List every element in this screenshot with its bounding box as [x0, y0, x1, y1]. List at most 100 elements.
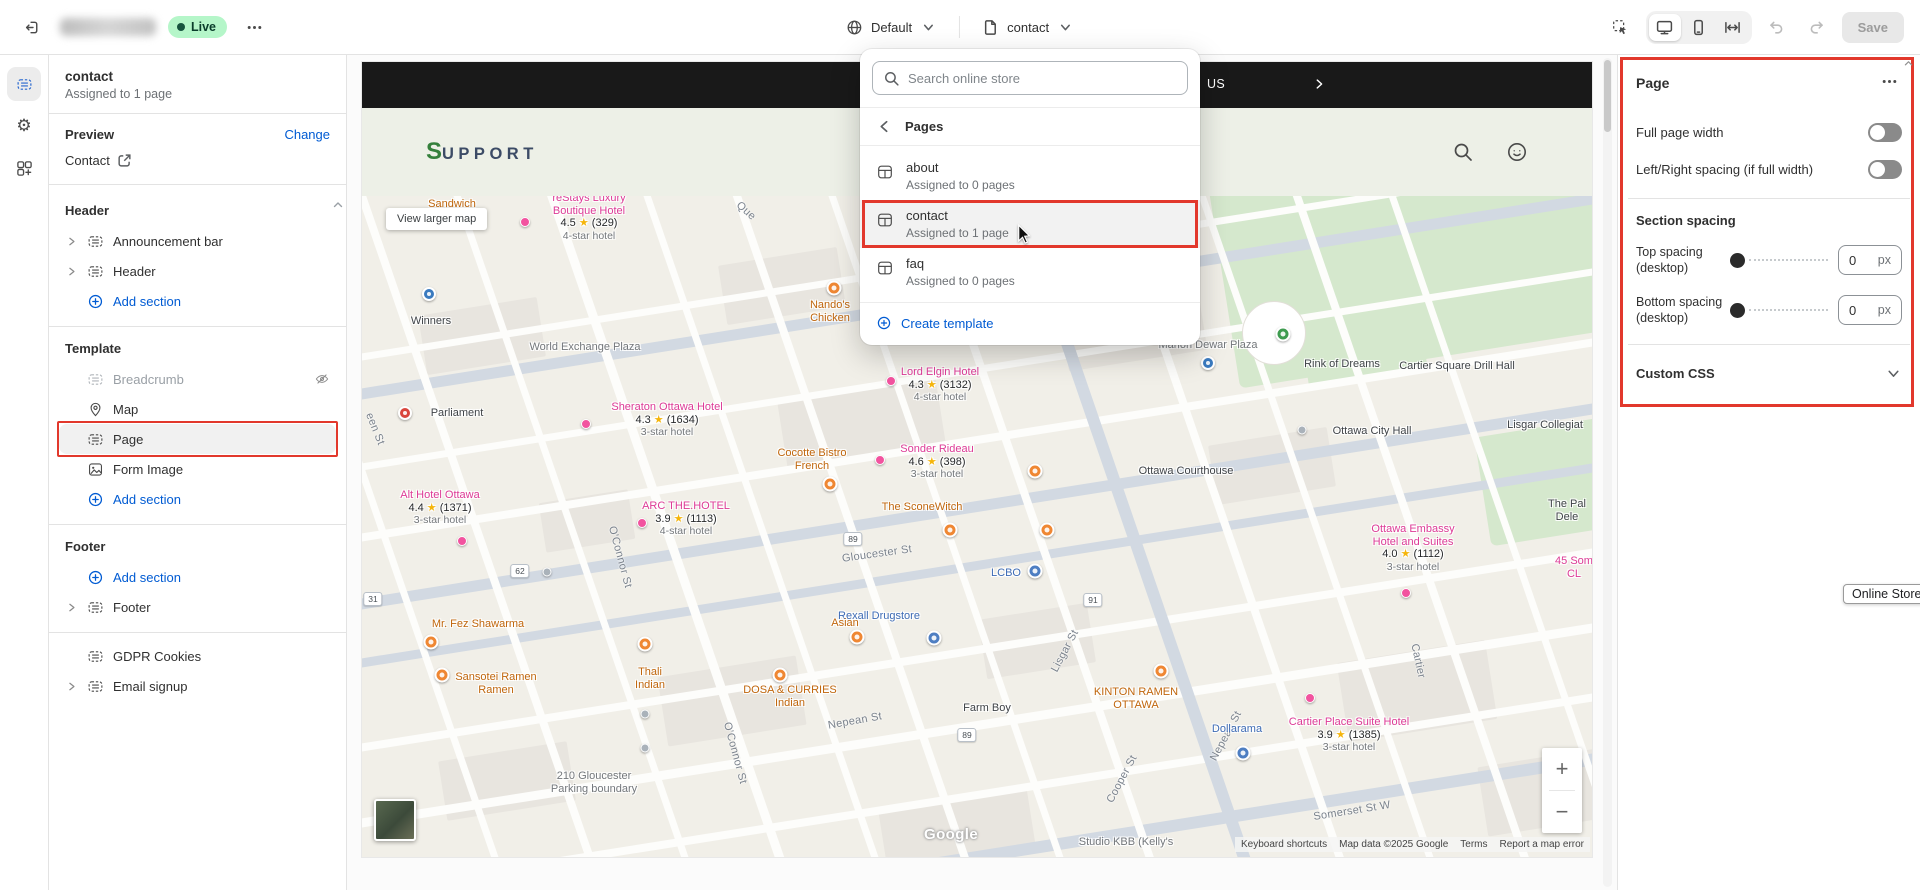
street-label: een St: [363, 411, 387, 447]
sidebar-item-label: Breadcrumb: [113, 372, 184, 387]
redo-button[interactable]: [1802, 12, 1832, 42]
map-marker-red: [398, 406, 412, 420]
inspector-button[interactable]: [1606, 12, 1636, 42]
chevron-down-icon: [920, 19, 937, 36]
sidebar-item-breadcrumb[interactable]: Breadcrumb: [59, 364, 336, 394]
template-item-subtitle: Assigned to 1 page: [906, 226, 1009, 240]
route-shield: 89: [957, 728, 976, 742]
bottom-spacing-slider[interactable]: [1730, 303, 1828, 318]
left-right-spacing-toggle[interactable]: [1868, 160, 1902, 179]
sidebar-item-add-section[interactable]: Add section: [59, 484, 336, 514]
change-preview-link[interactable]: Change: [284, 127, 330, 142]
fullwidth-preview-button[interactable]: [1717, 14, 1749, 41]
section-options-button[interactable]: [1877, 69, 1902, 97]
custom-css-expander[interactable]: Custom CSS: [1636, 359, 1902, 388]
app-embeds-tab[interactable]: [7, 151, 41, 185]
store-name-blurred: [60, 18, 156, 36]
store-logo[interactable]: SUPPORT: [426, 138, 538, 166]
sidebar-group-heading: Template: [49, 335, 346, 364]
map-label: 45 SomCL: [1555, 555, 1592, 580]
map-label: Cocotte BistroFrench: [777, 447, 846, 472]
sidebar-scroll-up-icon[interactable]: [333, 201, 343, 209]
sidebar-item-form-image[interactable]: Form Image: [59, 454, 336, 484]
zoom-in-button[interactable]: +: [1542, 748, 1582, 790]
more-actions-button[interactable]: [239, 12, 269, 42]
zoom-out-button[interactable]: −: [1542, 791, 1582, 833]
template-item-faq[interactable]: faqAssigned to 0 pages: [860, 248, 1200, 296]
sidebar-item-add-section[interactable]: Add section: [59, 286, 336, 316]
sidebar-item-label: Header: [113, 264, 156, 279]
sidebar-item-gdpr-cookies[interactable]: GDPR Cookies: [59, 641, 336, 671]
template-item-subtitle: Assigned to 0 pages: [906, 274, 1015, 288]
section-icon: [87, 678, 105, 695]
template-list: aboutAssigned to 0 pagescontactAssigned …: [860, 146, 1200, 302]
undo-icon: [1768, 19, 1785, 36]
sidebar-item-announcement-bar[interactable]: Announcement bar: [59, 226, 336, 256]
map-label: Studio KBB (Kelly's: [1079, 836, 1173, 849]
panel-title: Page: [1636, 75, 1669, 91]
sidebar-item-label: Map: [113, 402, 138, 417]
eye-off-icon[interactable]: [314, 371, 330, 387]
online-store-tooltip: Online Store: [1843, 584, 1920, 604]
page-selector[interactable]: contact: [974, 13, 1082, 42]
template-subtitle: Assigned to 1 page: [65, 87, 330, 101]
create-template-button[interactable]: Create template: [860, 302, 1200, 345]
template-icon: [876, 259, 894, 277]
preview-page-link[interactable]: Contact: [65, 152, 330, 169]
pages-heading: Pages: [905, 119, 943, 134]
pages-back-row[interactable]: Pages: [860, 107, 1200, 146]
announcement-next-icon[interactable]: [1312, 77, 1326, 91]
map-marker-green: [1276, 327, 1291, 342]
sidebar-item-label: Page: [113, 432, 143, 447]
top-spacing-slider[interactable]: [1730, 253, 1828, 268]
theme-settings-tab[interactable]: ⚙: [7, 109, 41, 143]
section-icon: [87, 263, 105, 280]
plus-circle-icon: [876, 315, 892, 331]
storefront-search-icon[interactable]: [1452, 141, 1474, 163]
bottom-spacing-input[interactable]: 0px: [1838, 295, 1902, 325]
map-layer-thumbnail[interactable]: [374, 799, 416, 841]
map-marker-rest: [827, 281, 842, 296]
template-item-contact[interactable]: contactAssigned to 1 page: [860, 200, 1200, 248]
exit-editor-button[interactable]: [16, 11, 48, 43]
scrollbar-thumb[interactable]: [1604, 60, 1611, 132]
theme-version-selector[interactable]: Default: [838, 13, 945, 42]
divider: [1628, 344, 1910, 345]
google-logo[interactable]: Google: [924, 826, 978, 843]
setting-label: Full page width: [1636, 125, 1723, 140]
undo-button[interactable]: [1762, 12, 1792, 42]
online-store-search-input[interactable]: [908, 71, 1177, 86]
terms-link[interactable]: Terms: [1460, 839, 1487, 850]
map-label: Sheraton Ottawa Hotel4.3 ★ (1634)3-star …: [611, 401, 722, 439]
sidebar-item-page[interactable]: Page: [59, 424, 336, 454]
sidebar-item-map[interactable]: Map: [59, 394, 336, 424]
view-larger-map-button[interactable]: View larger map: [386, 208, 487, 230]
account-icon[interactable]: [1506, 141, 1528, 163]
template-item-about[interactable]: aboutAssigned to 0 pages: [860, 152, 1200, 200]
report-map-error-link[interactable]: Report a map error: [1500, 839, 1584, 850]
keyboard-shortcuts-link[interactable]: Keyboard shortcuts: [1241, 839, 1327, 850]
sidebar-item-add-section[interactable]: Add section: [59, 562, 336, 592]
sidebar-item-footer[interactable]: Footer: [59, 592, 336, 622]
announcement-text: US: [1207, 77, 1225, 91]
sections-tab[interactable]: [7, 67, 41, 101]
top-spacing-input[interactable]: 0px: [1838, 245, 1902, 275]
slider-knob[interactable]: [1730, 303, 1745, 318]
live-badge: Live: [168, 16, 227, 38]
save-button[interactable]: Save: [1842, 12, 1904, 43]
plus-circle-icon: [87, 569, 105, 586]
mobile-preview-button[interactable]: [1683, 14, 1715, 41]
preview-scrollbar[interactable]: [1603, 58, 1612, 887]
apps-icon: [16, 160, 33, 177]
sidebar-item-header[interactable]: Header: [59, 256, 336, 286]
full-page-width-toggle[interactable]: [1868, 123, 1902, 142]
chevron-right-icon: [65, 265, 79, 278]
sidebar-item-email-signup[interactable]: Email signup: [59, 671, 336, 701]
preview-block: Preview Change Contact: [49, 114, 346, 185]
desktop-preview-button[interactable]: [1649, 14, 1681, 41]
slider-knob[interactable]: [1730, 253, 1745, 268]
input-value: 0: [1849, 303, 1856, 318]
map-attribution: Keyboard shortcuts Map data ©2025 Google…: [1235, 837, 1590, 852]
sidebar-group-heading: Header: [49, 197, 346, 226]
panel-scroll-up-icon[interactable]: [1904, 60, 1913, 67]
